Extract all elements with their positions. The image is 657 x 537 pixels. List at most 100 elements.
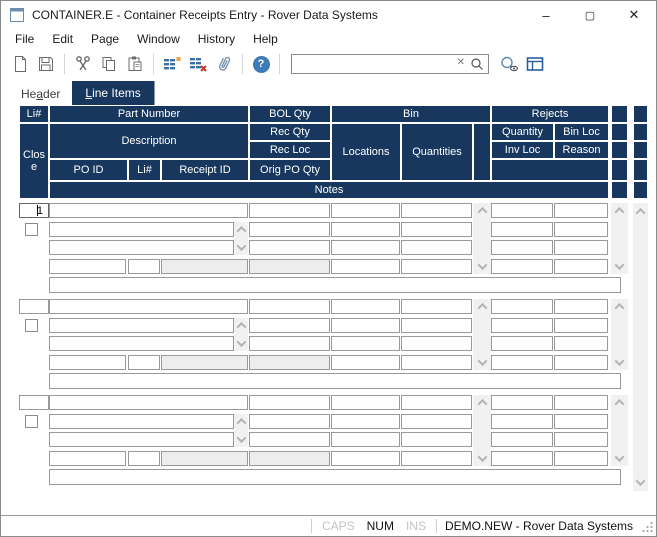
help-button[interactable]: ? bbox=[249, 52, 273, 76]
scroll-down-icon[interactable] bbox=[635, 476, 646, 487]
close-checkbox[interactable] bbox=[25, 415, 38, 428]
attachment-button[interactable] bbox=[212, 52, 236, 76]
rec-qty-field[interactable] bbox=[249, 222, 330, 237]
description-field-2[interactable] bbox=[49, 336, 234, 351]
po-line-field[interactable] bbox=[128, 355, 160, 370]
menu-edit[interactable]: Edit bbox=[43, 30, 82, 48]
search-icon[interactable] bbox=[470, 57, 484, 71]
menu-page[interactable]: Page bbox=[82, 30, 128, 48]
reject-quantity-field[interactable] bbox=[491, 432, 553, 447]
bol-qty-field[interactable] bbox=[249, 395, 330, 410]
description-field[interactable] bbox=[49, 222, 234, 237]
locations-field[interactable] bbox=[331, 414, 400, 429]
po-id-field[interactable] bbox=[49, 451, 126, 466]
chevron-up-icon[interactable] bbox=[236, 417, 246, 428]
save-button[interactable] bbox=[34, 52, 58, 76]
chevron-down-icon[interactable] bbox=[236, 433, 246, 444]
quantities-field[interactable] bbox=[401, 299, 472, 314]
reject-reason-field[interactable] bbox=[554, 355, 608, 370]
li-number-field[interactable] bbox=[19, 395, 49, 410]
chevron-down-icon[interactable] bbox=[614, 452, 625, 463]
reject-bin-loc-field[interactable] bbox=[554, 203, 608, 218]
reject-inv-loc-field[interactable] bbox=[491, 259, 553, 274]
reject-quantity-field[interactable] bbox=[491, 299, 553, 314]
quantities-field[interactable] bbox=[401, 318, 472, 333]
insert-line-button[interactable] bbox=[160, 52, 184, 76]
quantities-field[interactable] bbox=[401, 414, 472, 429]
minimize-button[interactable]: – bbox=[524, 1, 568, 29]
tab-header[interactable]: Header bbox=[9, 84, 72, 106]
li-number-field[interactable] bbox=[19, 299, 49, 314]
reject-bin-loc-field[interactable] bbox=[554, 299, 608, 314]
rec-qty-field[interactable] bbox=[249, 318, 330, 333]
chevron-up-icon[interactable] bbox=[614, 398, 625, 409]
quantities-field[interactable] bbox=[401, 203, 472, 218]
chevron-up-icon[interactable] bbox=[236, 321, 246, 332]
close-checkbox[interactable] bbox=[25, 319, 38, 332]
rec-loc-field[interactable] bbox=[249, 240, 330, 255]
notes-field[interactable] bbox=[49, 469, 621, 485]
cut-button[interactable] bbox=[71, 52, 95, 76]
paste-button[interactable] bbox=[123, 52, 147, 76]
notes-field[interactable] bbox=[49, 277, 621, 293]
part-number-field[interactable] bbox=[49, 299, 248, 314]
quantities-field[interactable] bbox=[401, 451, 472, 466]
description-field-2[interactable] bbox=[49, 240, 234, 255]
locations-field[interactable] bbox=[331, 395, 400, 410]
li-number-field[interactable] bbox=[19, 203, 49, 218]
reject-reason-field[interactable] bbox=[554, 318, 608, 333]
reject-quantity-field[interactable] bbox=[491, 395, 553, 410]
tab-line-items[interactable]: Line Items bbox=[72, 81, 155, 106]
chevron-down-icon[interactable] bbox=[614, 356, 625, 367]
locations-field[interactable] bbox=[331, 432, 400, 447]
notes-field[interactable] bbox=[49, 373, 621, 389]
quantities-field[interactable] bbox=[401, 259, 472, 274]
reject-reason-field[interactable] bbox=[554, 414, 608, 429]
panel-layout-button[interactable] bbox=[523, 52, 547, 76]
reject-reason-field[interactable] bbox=[554, 222, 608, 237]
locations-field[interactable] bbox=[331, 451, 400, 466]
reject-bin-loc-field[interactable] bbox=[554, 240, 608, 255]
locations-field[interactable] bbox=[331, 222, 400, 237]
chevron-down-icon[interactable] bbox=[236, 337, 246, 348]
quantities-field[interactable] bbox=[401, 395, 472, 410]
new-document-button[interactable] bbox=[8, 52, 32, 76]
locations-field[interactable] bbox=[331, 336, 400, 351]
quantities-field[interactable] bbox=[401, 336, 472, 351]
reject-reason-field[interactable] bbox=[554, 451, 608, 466]
reject-bin-loc-field[interactable] bbox=[554, 336, 608, 351]
rec-loc-field[interactable] bbox=[249, 336, 330, 351]
quantities-field[interactable] bbox=[401, 432, 472, 447]
delete-line-button[interactable] bbox=[186, 52, 210, 76]
menu-help[interactable]: Help bbox=[244, 30, 287, 48]
close-checkbox[interactable] bbox=[25, 223, 38, 236]
menu-history[interactable]: History bbox=[189, 30, 244, 48]
chevron-up-icon[interactable] bbox=[477, 398, 487, 409]
chevron-down-icon[interactable] bbox=[477, 356, 487, 367]
po-line-field[interactable] bbox=[128, 451, 160, 466]
copy-button[interactable] bbox=[97, 52, 121, 76]
close-button[interactable]: ✕ bbox=[612, 1, 656, 29]
lookup-button[interactable] bbox=[497, 52, 521, 76]
rec-loc-field[interactable] bbox=[249, 432, 330, 447]
part-number-field[interactable] bbox=[49, 203, 248, 218]
rec-qty-field[interactable] bbox=[249, 414, 330, 429]
reject-quantity-field[interactable] bbox=[491, 240, 553, 255]
quantities-field[interactable] bbox=[401, 355, 472, 370]
po-line-field[interactable] bbox=[128, 259, 160, 274]
reject-inv-loc-field[interactable] bbox=[491, 451, 553, 466]
scroll-up-icon[interactable] bbox=[635, 207, 646, 218]
bol-qty-field[interactable] bbox=[249, 203, 330, 218]
resize-grip[interactable] bbox=[641, 520, 654, 533]
reject-inv-loc-field[interactable] bbox=[491, 222, 553, 237]
description-field[interactable] bbox=[49, 414, 234, 429]
chevron-up-icon[interactable] bbox=[614, 302, 625, 313]
chevron-down-icon[interactable] bbox=[477, 452, 487, 463]
locations-field[interactable] bbox=[331, 318, 400, 333]
menu-file[interactable]: File bbox=[6, 30, 43, 48]
reject-quantity-field[interactable] bbox=[491, 336, 553, 351]
grid-scrollbar[interactable] bbox=[633, 203, 648, 491]
menu-window[interactable]: Window bbox=[128, 30, 189, 48]
chevron-down-icon[interactable] bbox=[477, 260, 487, 271]
reject-inv-loc-field[interactable] bbox=[491, 355, 553, 370]
